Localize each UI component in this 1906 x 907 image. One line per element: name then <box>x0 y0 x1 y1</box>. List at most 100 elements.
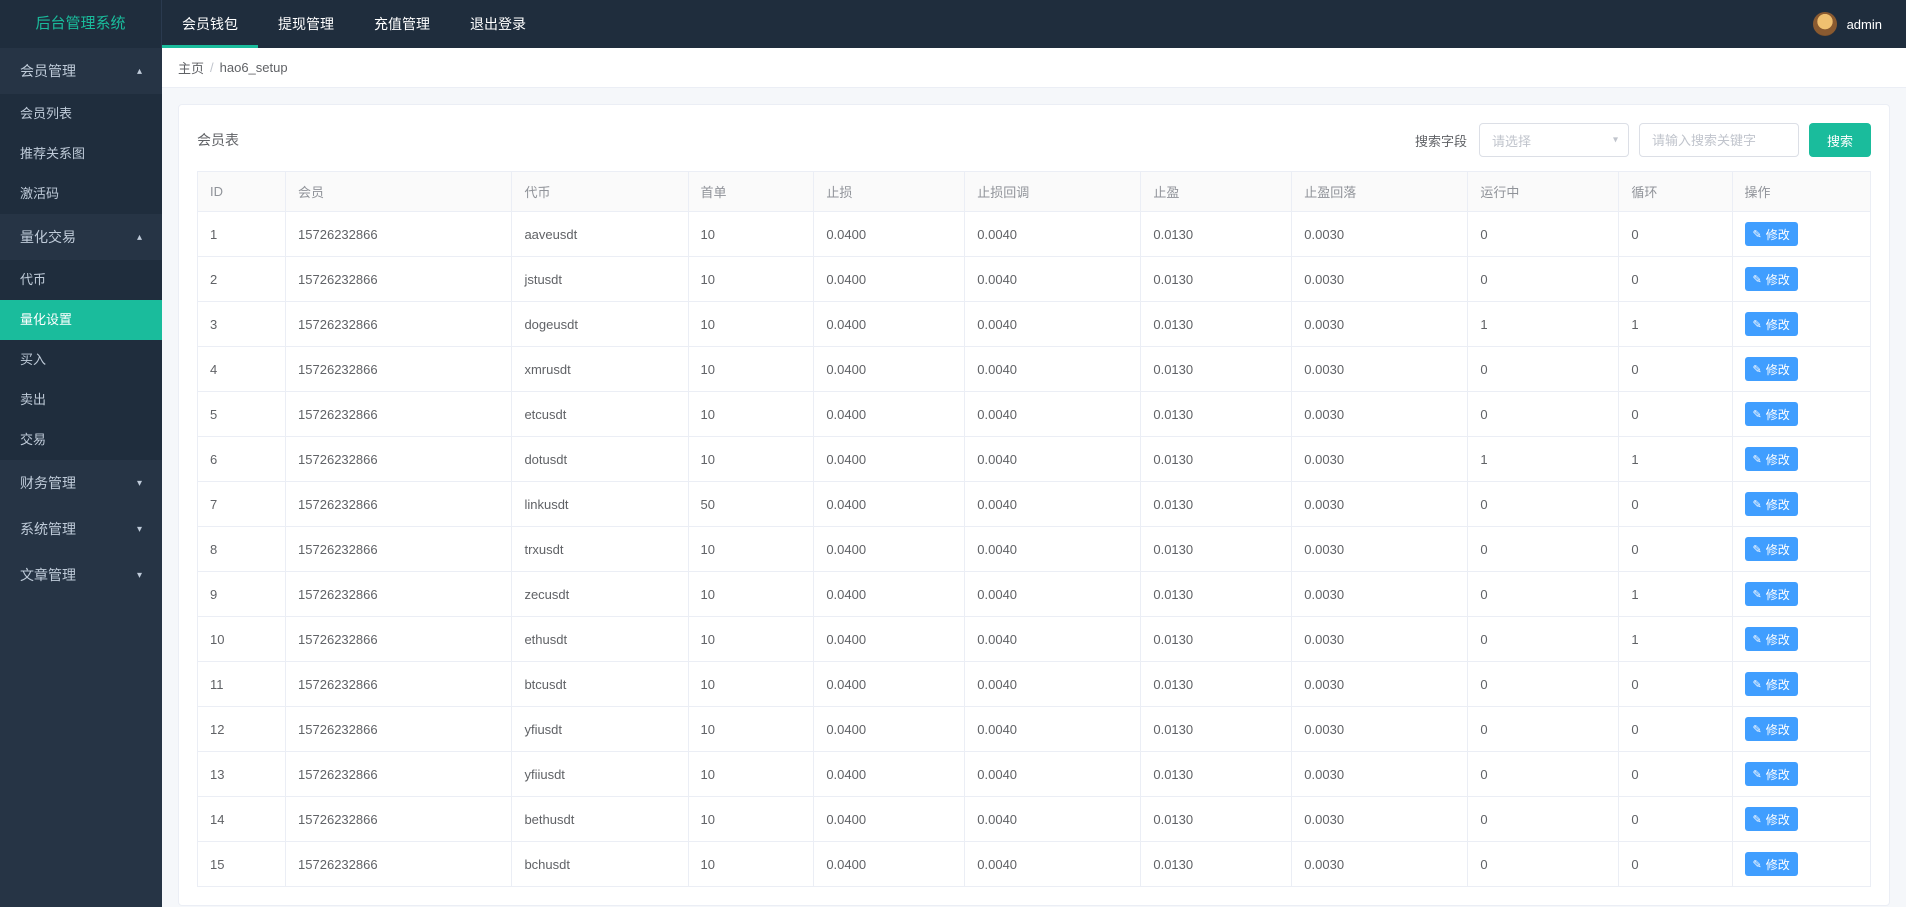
user-name: admin <box>1847 17 1882 32</box>
table-cell: dogeusdt <box>512 302 688 347</box>
edit-button-label: 修改 <box>1766 271 1790 288</box>
chevron-up-icon: ▴ <box>137 232 142 243</box>
edit-button[interactable]: ✎修改 <box>1745 537 1798 561</box>
sidebar-group-title[interactable]: 文章管理▾ <box>0 552 162 598</box>
table-row: 1515726232866bchusdt100.04000.00400.0130… <box>198 842 1871 887</box>
table-cell: 0 <box>1468 482 1619 527</box>
edit-button-label: 修改 <box>1766 406 1790 423</box>
table-cell-actions: ✎修改 <box>1732 572 1870 617</box>
edit-icon: ✎ <box>1753 273 1762 286</box>
sidebar-item[interactable]: 买入 <box>0 340 162 380</box>
edit-icon: ✎ <box>1753 318 1762 331</box>
table-cell: 1 <box>1619 302 1732 347</box>
edit-button[interactable]: ✎修改 <box>1745 222 1798 246</box>
table-cell: 0.0030 <box>1292 707 1468 752</box>
topnav-item[interactable]: 退出登录 <box>450 0 546 48</box>
table-cell: 0.0030 <box>1292 752 1468 797</box>
edit-button[interactable]: ✎修改 <box>1745 627 1798 651</box>
table-cell: 15726232866 <box>286 437 512 482</box>
table-cell: 0.0040 <box>965 347 1141 392</box>
table-column-header: 止损 <box>814 172 965 212</box>
edit-button[interactable]: ✎修改 <box>1745 582 1798 606</box>
table-column-header: 会员 <box>286 172 512 212</box>
table-cell: 15726232866 <box>286 527 512 572</box>
edit-button-label: 修改 <box>1766 586 1790 603</box>
table-cell: trxusdt <box>512 527 688 572</box>
table-cell: 0.0040 <box>965 392 1141 437</box>
table-cell: 0.0130 <box>1141 257 1292 302</box>
sidebar-item[interactable]: 激活码 <box>0 174 162 214</box>
sidebar-item[interactable]: 量化设置 <box>0 300 162 340</box>
edit-button-label: 修改 <box>1766 451 1790 468</box>
sidebar-item[interactable]: 卖出 <box>0 380 162 420</box>
brand-logo[interactable]: 后台管理系统 <box>0 0 162 48</box>
table-cell: 12 <box>198 707 286 752</box>
topnav-item[interactable]: 会员钱包 <box>162 0 258 48</box>
table-cell: 0.0040 <box>965 572 1141 617</box>
table-cell: 0.0040 <box>965 437 1141 482</box>
edit-button[interactable]: ✎修改 <box>1745 717 1798 741</box>
table-cell: 0 <box>1619 392 1732 437</box>
sidebar-item[interactable]: 代币 <box>0 260 162 300</box>
edit-button[interactable]: ✎修改 <box>1745 852 1798 876</box>
table-row: 615726232866dotusdt100.04000.00400.01300… <box>198 437 1871 482</box>
table-cell: 0.0040 <box>965 752 1141 797</box>
table-cell: 0.0400 <box>814 257 965 302</box>
table-cell: 0.0040 <box>965 662 1141 707</box>
table-cell: 0.0130 <box>1141 842 1292 887</box>
topnav-item[interactable]: 提现管理 <box>258 0 354 48</box>
table-cell: etcusdt <box>512 392 688 437</box>
table-cell: 10 <box>688 257 814 302</box>
table-cell: dotusdt <box>512 437 688 482</box>
table-cell: 0 <box>1619 707 1732 752</box>
table-cell: 15 <box>198 842 286 887</box>
sidebar-item[interactable]: 交易 <box>0 420 162 460</box>
table-cell: 0 <box>1468 392 1619 437</box>
card: 会员表 搜索字段 请选择 ▾ 搜索 <box>178 104 1890 906</box>
table-cell: 0.0130 <box>1141 212 1292 257</box>
table-row: 1115726232866btcusdt100.04000.00400.0130… <box>198 662 1871 707</box>
topnav-item[interactable]: 充值管理 <box>354 0 450 48</box>
table-cell: 0.0130 <box>1141 437 1292 482</box>
table-cell: 0.0400 <box>814 707 965 752</box>
sidebar-item[interactable]: 会员列表 <box>0 94 162 134</box>
sidebar-item[interactable]: 推荐关系图 <box>0 134 162 174</box>
table-cell: 0.0400 <box>814 482 965 527</box>
table-cell: aaveusdt <box>512 212 688 257</box>
breadcrumb-current: hao6_setup <box>220 60 288 75</box>
table-row: 1315726232866yfiiusdt100.04000.00400.013… <box>198 752 1871 797</box>
table-cell: 0.0400 <box>814 437 965 482</box>
edit-button[interactable]: ✎修改 <box>1745 402 1798 426</box>
edit-button[interactable]: ✎修改 <box>1745 312 1798 336</box>
edit-button[interactable]: ✎修改 <box>1745 492 1798 516</box>
search-field-label: 搜索字段 <box>1415 131 1467 150</box>
search-input[interactable] <box>1639 123 1799 157</box>
table-cell-actions: ✎修改 <box>1732 212 1870 257</box>
sidebar-group-title[interactable]: 财务管理▾ <box>0 460 162 506</box>
table-cell: 7 <box>198 482 286 527</box>
search-button[interactable]: 搜索 <box>1809 123 1871 157</box>
edit-button[interactable]: ✎修改 <box>1745 762 1798 786</box>
table-cell: 0.0040 <box>965 707 1141 752</box>
table-cell: 15726232866 <box>286 482 512 527</box>
table-cell: 15726232866 <box>286 572 512 617</box>
user-area[interactable]: admin <box>1813 12 1906 36</box>
breadcrumb-separator: / <box>210 60 214 75</box>
table-cell: 0.0130 <box>1141 302 1292 347</box>
edit-icon: ✎ <box>1753 453 1762 466</box>
edit-button[interactable]: ✎修改 <box>1745 672 1798 696</box>
table-cell-actions: ✎修改 <box>1732 302 1870 347</box>
edit-button[interactable]: ✎修改 <box>1745 357 1798 381</box>
sidebar-group-title[interactable]: 系统管理▾ <box>0 506 162 552</box>
edit-button[interactable]: ✎ 修改 <box>1745 267 1798 291</box>
table-cell-actions: ✎修改 <box>1732 617 1870 662</box>
search-field-select[interactable]: 请选择 ▾ <box>1479 123 1629 157</box>
edit-button[interactable]: ✎修改 <box>1745 807 1798 831</box>
table-cell: 10 <box>688 842 814 887</box>
sidebar-group-title[interactable]: 量化交易▴ <box>0 214 162 260</box>
table-row: 915726232866zecusdt100.04000.00400.01300… <box>198 572 1871 617</box>
sidebar-group-title[interactable]: 会员管理▴ <box>0 48 162 94</box>
edit-button[interactable]: ✎ 修改 <box>1745 447 1798 471</box>
search-area: 搜索字段 请选择 ▾ 搜索 <box>1415 123 1871 157</box>
breadcrumb-home[interactable]: 主页 <box>178 58 204 77</box>
